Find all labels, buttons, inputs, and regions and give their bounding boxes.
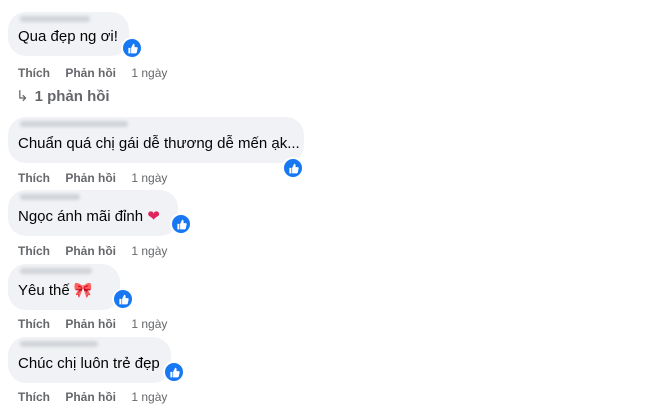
reply-button[interactable]: Phản hồi <box>65 390 116 404</box>
author-name[interactable] <box>20 194 80 200</box>
comment-actions: Thích Phản hồi 1 ngày <box>18 317 167 331</box>
comment-text: Chuẩn quá chị gái dễ thương dễ mến ạk... <box>18 135 300 152</box>
comment-text: Chúc chị luôn trẻ đẹp <box>18 355 160 372</box>
timestamp[interactable]: 1 ngày <box>131 390 167 404</box>
comment-actions: Thích Phản hồi 1 ngày <box>18 171 167 185</box>
view-replies-link[interactable]: ↳ 1 phản hồi <box>16 87 110 105</box>
comment-bubble[interactable]: Chúc chị luôn trẻ đẹp <box>8 337 171 383</box>
comment-bubble[interactable]: Yêu thế 🎀 <box>8 264 120 310</box>
comment-bubble[interactable]: Qua đẹp ng ơi! <box>8 12 129 56</box>
author-name[interactable] <box>20 121 128 127</box>
like-button[interactable]: Thích <box>18 317 50 331</box>
comment-2: Chuẩn quá chị gái dễ thương dễ mến ạk...… <box>8 117 304 185</box>
comment-text: Yêu thế 🎀 <box>18 282 93 299</box>
comment-actions: Thích Phản hồi 1 ngày <box>18 390 167 404</box>
comment-1: Qua đẹp ng ơi! Thích Phản hồi 1 ngày <box>8 12 167 80</box>
timestamp[interactable]: 1 ngày <box>131 171 167 185</box>
comment-4: Yêu thế 🎀 Thích Phản hồi 1 ngày <box>8 264 167 331</box>
like-reaction-icon[interactable] <box>282 157 304 179</box>
timestamp[interactable]: 1 ngày <box>131 244 167 258</box>
reply-button[interactable]: Phản hồi <box>65 66 116 80</box>
like-button[interactable]: Thích <box>18 244 50 258</box>
reply-button[interactable]: Phản hồi <box>65 317 116 331</box>
author-name[interactable] <box>20 16 90 22</box>
heart-emoji: ❤ <box>147 208 160 225</box>
timestamp[interactable]: 1 ngày <box>131 66 167 80</box>
like-button[interactable]: Thích <box>18 390 50 404</box>
reply-button[interactable]: Phản hồi <box>65 171 116 185</box>
comment-bubble[interactable]: Chuẩn quá chị gái dễ thương dễ mến ạk... <box>8 117 304 163</box>
like-button[interactable]: Thích <box>18 171 50 185</box>
ribbon-emoji: 🎀 <box>73 282 93 299</box>
like-reaction-icon[interactable] <box>163 361 185 383</box>
comment-bubble[interactable]: Ngọc ánh mãi đỉnh ❤ <box>8 190 178 236</box>
like-reaction-icon[interactable] <box>112 288 134 310</box>
comment-actions: Thích Phản hồi 1 ngày <box>18 66 167 80</box>
reply-button[interactable]: Phản hồi <box>65 244 116 258</box>
like-button[interactable]: Thích <box>18 66 50 80</box>
like-reaction-icon[interactable] <box>170 213 192 235</box>
timestamp[interactable]: 1 ngày <box>131 317 167 331</box>
comment-text: Ngọc ánh mãi đỉnh ❤ <box>18 208 160 225</box>
comment-text: Qua đẹp ng ơi! <box>18 28 118 45</box>
reply-arrow-icon: ↳ <box>16 88 29 105</box>
comment-5: Chúc chị luôn trẻ đẹp Thích Phản hồi 1 n… <box>8 337 185 404</box>
author-name[interactable] <box>20 268 92 274</box>
author-name[interactable] <box>20 341 98 347</box>
like-reaction-icon[interactable] <box>121 37 143 59</box>
comment-3: Ngọc ánh mãi đỉnh ❤ Thích Phản hồi 1 ngà… <box>8 190 192 258</box>
comment-actions: Thích Phản hồi 1 ngày <box>18 244 167 258</box>
